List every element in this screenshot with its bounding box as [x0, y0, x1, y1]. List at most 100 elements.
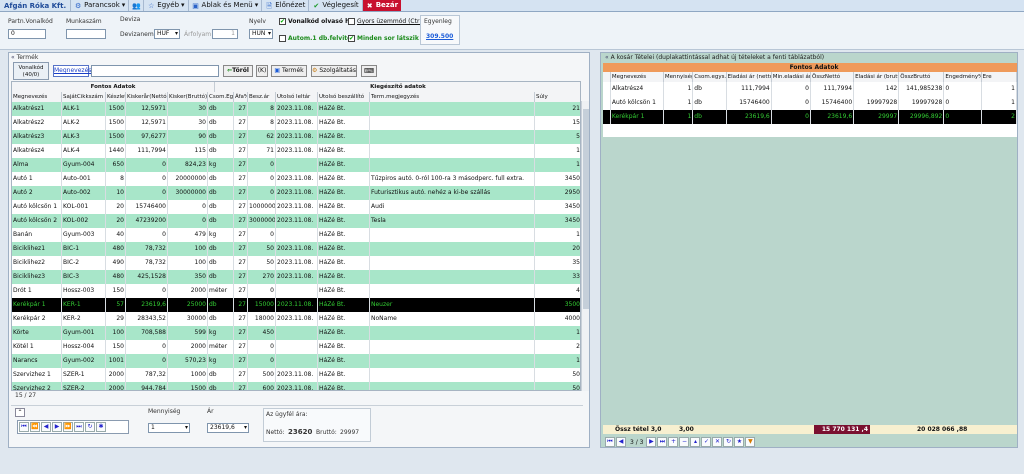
table-row[interactable]: Körte Gyum-001 100 708,588 599 kg 27 450 HáZé Bt… [12, 326, 580, 340]
post-icon[interactable]: ✓ [701, 437, 712, 447]
next-icon[interactable]: ▶ [646, 437, 657, 447]
table-row[interactable]: Szervizhez 1 SZER-1 2000 787,32 1000 db 27 500 2… [12, 368, 580, 382]
autom-checkbox[interactable]: Autom.1 db.felvitel [279, 35, 353, 42]
table-row[interactable]: Alkatrész1 ALK-1 1500 12,5971 30 db 27 8 2023.11… [12, 102, 580, 116]
refresh-icon[interactable]: ↻ [723, 437, 734, 447]
table-row[interactable]: Alma Gyum-004 650 0 824,23 kg 27 0 HáZé Bt. 1 [12, 158, 580, 172]
partn-vonalkod-input[interactable]: 0 [8, 29, 46, 39]
gyors-uzemmod-checkbox[interactable]: Gyors üzemmód (Ctrl [348, 18, 421, 25]
vonalkod-olvaso-checkbox[interactable]: ✔ Vonalkód olvasó h [279, 18, 349, 25]
ablak-menu[interactable]: ▣ Ablak és Menü ▾ [187, 0, 262, 11]
first-icon[interactable]: ⏮ [605, 437, 615, 447]
column-header-0[interactable]: Megnevezés [12, 92, 62, 102]
bookmark-icon[interactable]: ★ [734, 437, 745, 447]
prev-icon[interactable]: ◀ [616, 437, 626, 447]
edit-icon[interactable]: ▴ [690, 437, 701, 447]
kosar-column-9[interactable]: Ere [981, 72, 1017, 82]
column-header-4[interactable]: Kisker(Bruttó) [168, 92, 208, 102]
column-header-5[interactable]: Csom.Egys. [208, 92, 234, 102]
filter-icon[interactable]: ▼ [745, 437, 756, 447]
ar-select[interactable]: 23619,6 [207, 423, 249, 433]
veglegesit-button[interactable]: ✔ Véglegesít [308, 0, 361, 11]
table-row[interactable]: Kerékpár 1 KER-1 57 23619,6 25000 db 27 15000 20… [12, 298, 580, 312]
kosar-column-7[interactable]: ÖsszBruttó [899, 72, 945, 82]
column-header-2[interactable]: Készlet [106, 92, 126, 102]
kosar-column-3[interactable]: Eladási ár (nettó) [726, 72, 772, 82]
kosar-column-8[interactable]: Engedmény% [944, 72, 982, 82]
munkaszam-input[interactable] [66, 29, 106, 39]
table-row[interactable]: Biciklihez3 BIC-3 480 425,1528 350 db 27 270 202… [12, 270, 580, 284]
kosar-column-0[interactable]: Megnevezés [610, 72, 664, 82]
next-icon[interactable]: ▶ [52, 422, 62, 432]
table-row[interactable]: Alkatrész3 ALK-3 1500 97,6277 90 db 27 62 2023.1… [12, 130, 580, 144]
cancel-icon[interactable]: ✕ [712, 437, 723, 447]
arfolyam-input[interactable]: 1 [212, 29, 238, 39]
table-row[interactable]: Autó kölcsön 1 KOL-001 20 15746400 0 db 27 1000… [12, 200, 580, 214]
devizanem-select[interactable]: HUF [154, 29, 180, 39]
table-row[interactable]: Autó 1 Auto-001 8 0 20000000 db 27 0 2023.11.08.… [12, 172, 580, 186]
szolgaltatas-button[interactable]: ⚙ Szolgáltatás [311, 65, 357, 77]
table-row[interactable]: Alkatrész2 ALK-2 1500 12,5971 30 db 27 8 2023.11… [12, 116, 580, 130]
star-icon[interactable]: ✱ [96, 422, 106, 432]
delete-icon[interactable]: − [679, 437, 690, 447]
prev-icon[interactable]: ◀ [41, 422, 51, 432]
termek-search-input[interactable] [91, 65, 219, 77]
keyboard-icon[interactable]: ⌨ [361, 65, 377, 77]
table-row[interactable]: Biciklihez2 BIC-2 490 78,732 100 db 27 50 2023.1… [12, 256, 580, 270]
cell-9: HáZé Bt. [318, 312, 370, 326]
column-header-3[interactable]: Kiskerår(Nettó) [126, 92, 168, 102]
column-header-1[interactable]: SajátCikkszám [62, 92, 106, 102]
kosar-row[interactable]: Kerékpár 1 1 db 23619,6 0 23619,6 29997 29996,8… [603, 110, 1017, 124]
cell-0: Szervizhez 1 [12, 368, 62, 382]
column-header-6[interactable]: Áfa% [234, 92, 248, 102]
column-header-10[interactable]: Term.megjegyzés [370, 92, 535, 102]
kosar-column-6[interactable]: Eladási ár (bruttó) [854, 72, 900, 82]
table-row[interactable]: Kerékpár 2 KER-2 29 28343,52 30000 db 27 18000 2… [12, 312, 580, 326]
scrollbar-thumb[interactable] [583, 109, 589, 309]
cell-10 [370, 256, 535, 270]
bezar-button[interactable]: ✖ Bezár [361, 0, 402, 11]
next-page-icon[interactable]: ⏩ [63, 422, 73, 432]
column-header-7[interactable]: Besz.ár [248, 92, 276, 102]
prev-page-icon[interactable]: ⏪ [30, 422, 40, 432]
kosar-column-1[interactable]: Mennyiség [663, 72, 694, 82]
k-button[interactable]: (K) [256, 65, 268, 77]
collapse-icon[interactable]: ⌃ [15, 408, 25, 417]
table-row[interactable]: Autó 2 Auto-002 10 0 30000000 db 27 0 2023.11.08… [12, 186, 580, 200]
elonezet-button[interactable]: 🗎 Előnézet [261, 0, 308, 11]
column-header-9[interactable]: Utolsó beszállító [318, 92, 370, 102]
kosar-column-2[interactable]: Csom.egys. [693, 72, 727, 82]
column-header-11[interactable]: Súly [535, 92, 580, 102]
table-row[interactable]: Drót 1 Hossz-003 150 0 2000 méter 27 0 HáZé Bt. 4 [12, 284, 580, 298]
egyenleg-value[interactable]: 309.500 [426, 33, 453, 40]
first-icon[interactable]: ⏮ [19, 422, 29, 432]
last-icon[interactable]: ⏭ [657, 437, 668, 447]
kosar-column-5[interactable]: ÖsszNettó [810, 72, 855, 82]
table-row[interactable]: Alkatrész4 ALK-4 1440 111,7994 115 db 27 71 2023… [12, 144, 580, 158]
kosar-row[interactable]: Alkatrész4 1 db 111,7994 0 111,7994 142 141,985… [603, 82, 1017, 96]
nyelv-select[interactable]: HUN [249, 29, 273, 39]
company-name[interactable]: Afgán Róka Kft. [0, 0, 70, 12]
megnevezes-button[interactable]: Megnevezés [53, 65, 91, 77]
refresh-icon[interactable]: ↻ [85, 422, 95, 432]
egyeb-menu[interactable]: ☆ Egyéb ▾ [143, 0, 187, 11]
mennyiseg-select[interactable]: 1 [148, 423, 190, 433]
table-row[interactable]: Kötél 1 Hossz-004 150 0 2000 méter 27 0 HáZé Bt.… [12, 340, 580, 354]
table-row[interactable]: Narancs Gyum-002 1001 0 570,23 kg 27 0 HáZé Bt. 1 [12, 354, 580, 368]
minden-sor-checkbox[interactable]: ✔ Minden sor látszik [348, 35, 419, 42]
kosar-column-4[interactable]: Min.eladási ár [771, 72, 811, 82]
termek-filter-button[interactable]: ▣ Termék [271, 65, 307, 77]
vonalkod-button[interactable]: Vonalkód (40/0) [13, 62, 49, 80]
table-row[interactable]: Szervizhez 2 SZER-2 2000 944,784 1500 db 27 600… [12, 382, 580, 390]
table-row[interactable]: Biciklihez1 BIC-1 480 78,732 100 db 27 50 2023.1… [12, 242, 580, 256]
table-row[interactable]: Autó kölcsön 2 KOL-002 20 47239200 0 db 27 3000… [12, 214, 580, 228]
add-icon[interactable]: + [668, 437, 679, 447]
table-row[interactable]: Banán Gyum-003 40 0 479 kg 27 0 HáZé Bt. 1 [12, 228, 580, 242]
torol-button[interactable]: ⇐Töröl [223, 65, 253, 77]
user-button[interactable]: 👥 [128, 0, 143, 11]
vertical-scrollbar[interactable] [581, 101, 589, 391]
last-icon[interactable]: ⏭ [74, 422, 84, 432]
kosar-row[interactable]: Autó kölcsön 1 1 db 15746400 0 15746400 199979… [603, 96, 1017, 110]
column-header-8[interactable]: Utolsó leltár [276, 92, 318, 102]
parancsok-menu[interactable]: ⚙ Parancsok ▾ [70, 0, 128, 11]
